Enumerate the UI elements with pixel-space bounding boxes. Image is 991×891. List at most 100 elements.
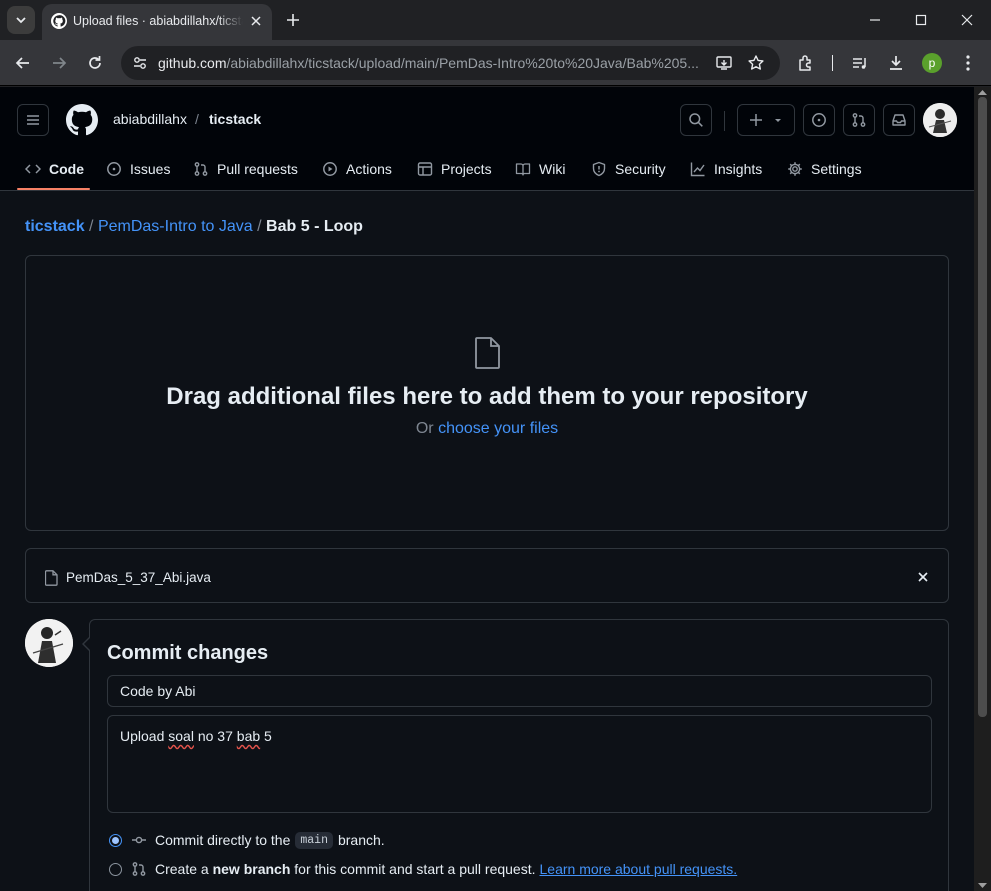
desc-word: Upload xyxy=(120,728,165,744)
create-new-button[interactable] xyxy=(737,104,795,136)
inbox-button[interactable] xyxy=(883,104,915,136)
maximize-icon[interactable] xyxy=(911,10,931,30)
breadcrumb-current: Bab 5 - Loop xyxy=(266,218,363,235)
tab-settings[interactable]: Settings xyxy=(787,159,862,179)
tab-issues[interactable]: Issues xyxy=(106,159,170,179)
committer-avatar xyxy=(25,619,73,667)
remove-file-icon[interactable] xyxy=(915,569,931,585)
site-info-icon[interactable] xyxy=(131,54,149,72)
git-commit-icon xyxy=(132,836,146,844)
tab-pull-requests-label: Pull requests xyxy=(217,161,298,177)
desc-word-misspelled: bab xyxy=(236,728,261,744)
tab-insights-label: Insights xyxy=(714,161,763,177)
caret-down-icon xyxy=(775,119,781,122)
branch-name-pill: main xyxy=(295,831,333,849)
scrollbar-thumb[interactable] xyxy=(978,97,987,717)
minimize-icon[interactable] xyxy=(865,10,885,30)
back-arrow-icon[interactable] xyxy=(13,53,33,73)
tab-issues-label: Issues xyxy=(130,161,171,177)
commit-direct-text: Commit directly to the xyxy=(155,832,291,848)
search-button[interactable] xyxy=(680,104,712,136)
url-path: /abiabdillahx/ticstack/upload/main/PemDa… xyxy=(226,55,699,71)
issue-icon xyxy=(107,162,121,176)
tab-projects[interactable]: Projects xyxy=(417,159,492,179)
scroll-up-icon[interactable] xyxy=(978,89,987,95)
tab-pull-requests[interactable]: Pull requests xyxy=(193,159,298,179)
media-controls-icon[interactable] xyxy=(850,53,870,73)
kebab-menu-icon[interactable] xyxy=(958,53,978,73)
page-scrollbar[interactable] xyxy=(974,87,991,891)
browser-toolbar: github.com/abiabdillahx/ticstack/upload/… xyxy=(0,40,991,86)
tab-code-label: Code xyxy=(49,161,84,177)
tab-actions[interactable]: Actions xyxy=(322,159,392,179)
new-branch-text-bold: new branch xyxy=(212,861,291,877)
pull-request-icon xyxy=(852,113,866,127)
pull-requests-button[interactable] xyxy=(843,104,875,136)
scroll-down-icon[interactable] xyxy=(978,883,987,889)
install-app-icon[interactable] xyxy=(715,54,733,72)
user-avatar[interactable] xyxy=(923,103,957,137)
url-host: github.com xyxy=(158,55,227,71)
file-icon xyxy=(45,570,58,586)
issue-icon xyxy=(812,113,826,127)
tab-settings-label: Settings xyxy=(811,161,862,177)
extensions-icon[interactable] xyxy=(796,53,816,73)
repo-header: abiabdillahx / ticstack Code Issues Pull… xyxy=(0,87,974,191)
new-branch-radio[interactable] xyxy=(109,862,122,876)
forward-arrow-icon[interactable] xyxy=(49,53,69,73)
download-icon[interactable] xyxy=(886,53,906,73)
drop-zone-or: Or xyxy=(415,420,434,437)
choose-files-link[interactable]: choose your files xyxy=(438,420,558,437)
tab-insights[interactable]: Insights xyxy=(690,159,762,179)
book-icon xyxy=(515,163,531,176)
commit-direct-radio[interactable] xyxy=(109,833,122,847)
new-branch-text-pre: Create a xyxy=(155,861,209,877)
browser-tab-strip: Upload files · abiabdillahx/ticstack xyxy=(0,0,991,40)
graph-icon xyxy=(690,162,705,177)
reload-icon[interactable] xyxy=(85,53,105,73)
play-circle-icon xyxy=(323,162,337,176)
chevron-down-icon xyxy=(16,17,26,24)
close-window-icon[interactable] xyxy=(957,10,977,30)
browser-tab-active[interactable]: Upload files · abiabdillahx/ticstack xyxy=(42,4,272,40)
tab-projects-label: Projects xyxy=(441,161,492,177)
file-drop-zone[interactable]: Drag additional files here to add them t… xyxy=(25,255,949,531)
github-favicon-icon xyxy=(51,13,67,29)
address-bar[interactable]: github.com/abiabdillahx/ticstack/upload/… xyxy=(121,46,780,80)
repo-name-link[interactable]: ticstack xyxy=(209,111,261,127)
header-divider xyxy=(724,111,725,131)
github-page: abiabdillahx / ticstack Code Issues Pull… xyxy=(0,87,974,891)
issues-button[interactable] xyxy=(803,104,835,136)
new-tab-icon[interactable] xyxy=(283,10,303,30)
shield-icon xyxy=(592,161,606,177)
close-tab-icon[interactable] xyxy=(248,13,264,29)
tab-actions-label: Actions xyxy=(346,161,392,177)
tab-search-button[interactable] xyxy=(7,6,35,34)
tab-wiki[interactable]: Wiki xyxy=(515,159,565,179)
bookmark-star-icon[interactable] xyxy=(747,54,765,72)
commit-direct-option[interactable]: Commit directly to the main branch. xyxy=(109,830,385,850)
avatar-figure-icon xyxy=(923,103,957,137)
commit-heading: Commit changes xyxy=(107,642,269,664)
commit-summary-input[interactable] xyxy=(107,675,932,707)
drop-zone-subtitle: Or choose your files xyxy=(26,420,948,438)
commit-description-text: Upload soal no 37 bab 5 xyxy=(120,728,272,744)
tab-security[interactable]: Security xyxy=(591,159,666,179)
active-tab-underline xyxy=(17,188,90,190)
tab-code[interactable]: Code xyxy=(25,159,84,179)
learn-more-pr-link[interactable]: Learn more about pull requests. xyxy=(540,861,738,877)
avatar-figure-icon xyxy=(25,619,73,667)
github-logo-icon[interactable] xyxy=(66,104,98,136)
repo-owner-link[interactable]: abiabdillahx xyxy=(113,111,187,127)
hamburger-menu-button[interactable] xyxy=(17,104,49,136)
breadcrumb-folder-link[interactable]: PemDas-Intro to Java xyxy=(98,218,253,235)
profile-avatar[interactable]: p xyxy=(922,53,942,73)
inbox-icon xyxy=(892,114,906,126)
file-icon xyxy=(475,337,500,369)
plus-icon xyxy=(750,114,762,126)
uploaded-file-row: PemDas_5_37_Abi.java xyxy=(25,548,949,603)
gear-icon xyxy=(788,162,802,176)
breadcrumb-repo-link[interactable]: ticstack xyxy=(25,218,85,235)
commit-box-caret-inner xyxy=(84,637,91,651)
new-branch-option[interactable]: Create a new branch for this commit and … xyxy=(109,859,737,879)
